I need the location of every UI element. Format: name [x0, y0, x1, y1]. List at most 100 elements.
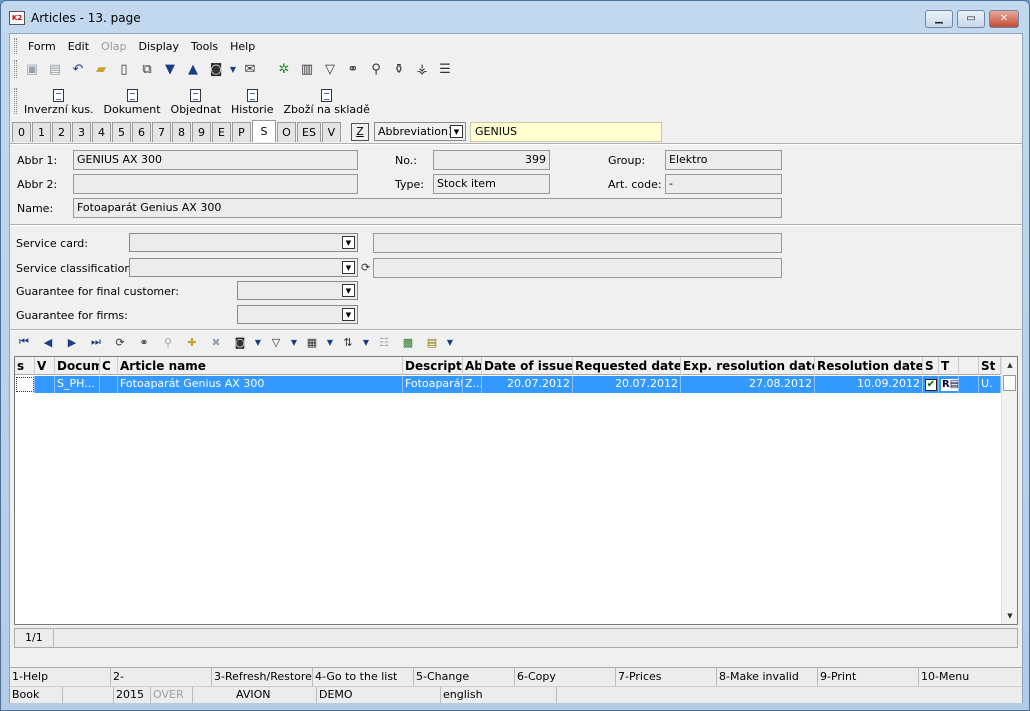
cell-resolution-date[interactable]: 10.09.2012 — [815, 376, 923, 393]
mail-icon[interactable]: ✉ — [240, 59, 260, 79]
type-field[interactable]: Stock item — [433, 174, 550, 194]
chevron-down-icon[interactable]: ▼ — [342, 284, 355, 297]
artcode-field[interactable]: - — [665, 174, 782, 194]
cell-blank[interactable] — [959, 376, 979, 393]
col-st[interactable]: St — [979, 357, 1001, 375]
fkey-refresh[interactable]: 3-Refresh/Restore — [212, 668, 313, 686]
cell-description[interactable]: Fotoaparát — [403, 376, 463, 393]
minimize-button[interactable]: ▁ — [925, 10, 953, 28]
find-next-icon[interactable]: ⚲ — [158, 332, 178, 352]
notes-icon[interactable]: ▤ — [422, 332, 442, 352]
inverse-piece-button[interactable]: Inverzní kus. — [22, 89, 96, 116]
tab-o[interactable]: O — [277, 122, 296, 142]
history-button[interactable]: Historie — [229, 89, 275, 116]
fkey-copy[interactable]: 6-Copy — [515, 668, 616, 686]
abbr1-field[interactable]: GENIUS AX 300 — [73, 150, 358, 170]
number-field[interactable]: 399 — [433, 150, 550, 170]
cell-s[interactable] — [15, 376, 35, 393]
cell-c[interactable] — [100, 376, 118, 393]
dropdown-arrow-icon[interactable]: ▼ — [290, 332, 298, 352]
guarantee-customer-select[interactable]: ▼ — [237, 281, 358, 300]
menu-lines-icon[interactable]: ☰ — [435, 59, 455, 79]
order-button[interactable]: Objednat — [169, 89, 223, 116]
abbr2-field[interactable] — [73, 174, 358, 194]
cell-t[interactable]: R▤ — [939, 376, 959, 393]
binoculars-icon[interactable]: ⚭ — [134, 332, 154, 352]
add-record-icon[interactable]: ✚ — [182, 332, 202, 352]
new-document-icon[interactable]: ▯ — [114, 59, 134, 79]
last-record-icon[interactable]: ⏭ — [86, 332, 106, 352]
table-row[interactable]: S_PH... Fotoaparát Genius AX 300 Fotoapa… — [15, 376, 1001, 393]
tab-s[interactable]: S — [252, 120, 276, 142]
refresh-icon[interactable]: ✲ — [274, 59, 294, 79]
first-record-icon[interactable]: ⏮ — [14, 332, 34, 352]
excel-icon[interactable]: ▩ — [398, 332, 418, 352]
col-ab[interactable]: Ab — [463, 357, 482, 375]
col-t[interactable]: T — [939, 357, 959, 375]
cell-requested-date[interactable]: 20.07.2012 — [573, 376, 681, 393]
col-blank[interactable] — [959, 357, 979, 375]
filter-icon[interactable]: ▽ — [266, 332, 286, 352]
fkey-print[interactable]: 9-Print — [818, 668, 919, 686]
z-key-button[interactable]: Z — [351, 123, 369, 141]
col-c[interactable]: C — [100, 357, 118, 375]
grid-vertical-scrollbar[interactable]: ▲ ▼ — [1001, 357, 1017, 624]
tab-e[interactable]: E — [212, 122, 231, 142]
menu-display[interactable]: Display — [132, 40, 185, 53]
tab-4[interactable]: 4 — [92, 122, 111, 142]
fkey-make-invalid[interactable]: 8-Make invalid — [717, 668, 818, 686]
cell-s2[interactable]: ✔ — [923, 376, 939, 393]
document-button[interactable]: Dokument — [102, 89, 163, 116]
save-icon[interactable]: ▣ — [22, 59, 42, 79]
undo-icon[interactable]: ↶ — [68, 59, 88, 79]
dropdown-arrow-icon[interactable]: ▼ — [362, 332, 370, 352]
find-field-icon[interactable]: ⚶ — [412, 59, 432, 79]
col-article-name[interactable]: Article name — [118, 357, 403, 375]
group-field[interactable]: Elektro — [665, 150, 782, 170]
list-icon[interactable]: ☷ — [374, 332, 394, 352]
cell-article-name[interactable]: Fotoaparát Genius AX 300 — [118, 376, 403, 393]
toolbar-grip[interactable] — [14, 60, 17, 78]
arrow-up-icon[interactable]: ▲ — [183, 59, 203, 79]
dropdown-arrow-icon[interactable]: ▼ — [446, 332, 454, 352]
book-icon[interactable]: ▥ — [297, 59, 317, 79]
col-document[interactable]: Docum — [55, 357, 100, 375]
open-folder-icon[interactable]: ▰ — [91, 59, 111, 79]
tab-5[interactable]: 5 — [112, 122, 131, 142]
menu-help[interactable]: Help — [224, 40, 261, 53]
cell-ab[interactable]: Z... — [463, 376, 482, 393]
fkey-2[interactable]: 2- — [111, 668, 212, 686]
fkey-goto-list[interactable]: 4-Go to the list — [313, 668, 414, 686]
col-v[interactable]: V — [35, 357, 55, 375]
tab-p[interactable]: P — [232, 122, 251, 142]
toolbar2-grip[interactable] — [14, 88, 17, 114]
tab-es[interactable]: ES — [297, 122, 321, 142]
service-classification-name-field[interactable] — [373, 258, 782, 278]
cell-v[interactable] — [35, 376, 55, 393]
maximize-button[interactable]: ▭ — [957, 10, 985, 28]
previous-record-icon[interactable]: ◀ — [38, 332, 58, 352]
tab-v[interactable]: V — [321, 122, 341, 142]
col-resolution-date[interactable]: Resolution date — [815, 357, 923, 375]
dropdown-arrow-icon[interactable]: ▼ — [326, 332, 334, 352]
sort-icon[interactable]: ⇅ — [338, 332, 358, 352]
filter-icon[interactable]: ▽ — [320, 59, 340, 79]
name-field[interactable]: Fotoaparát Genius AX 300 — [73, 198, 782, 218]
tab-3[interactable]: 3 — [72, 122, 91, 142]
service-card-select[interactable]: ▼ — [129, 233, 358, 252]
col-exp-resolution-date[interactable]: Exp. resolution date — [681, 357, 815, 375]
stock-goods-button[interactable]: Zboží na skladě — [281, 89, 371, 116]
remove-record-icon[interactable]: ✖ — [206, 332, 226, 352]
chevron-down-icon[interactable]: ▼ — [450, 125, 463, 138]
scroll-down-icon[interactable]: ▼ — [1002, 608, 1018, 624]
next-record-icon[interactable]: ▶ — [62, 332, 82, 352]
menu-edit[interactable]: Edit — [62, 40, 95, 53]
search-input[interactable]: GENIUS — [470, 122, 662, 142]
find-document-icon[interactable]: ⚱ — [389, 59, 409, 79]
close-button[interactable]: ✕ — [989, 10, 1019, 28]
col-date-of-issue[interactable]: Date of issue — [482, 357, 573, 375]
refresh-grid-icon[interactable]: ⟳ — [110, 332, 130, 352]
chevron-down-icon[interactable]: ▼ — [342, 236, 355, 249]
binoculars-icon[interactable]: ⚭ — [343, 59, 363, 79]
copy-document-icon[interactable]: ⧉ — [137, 59, 157, 79]
